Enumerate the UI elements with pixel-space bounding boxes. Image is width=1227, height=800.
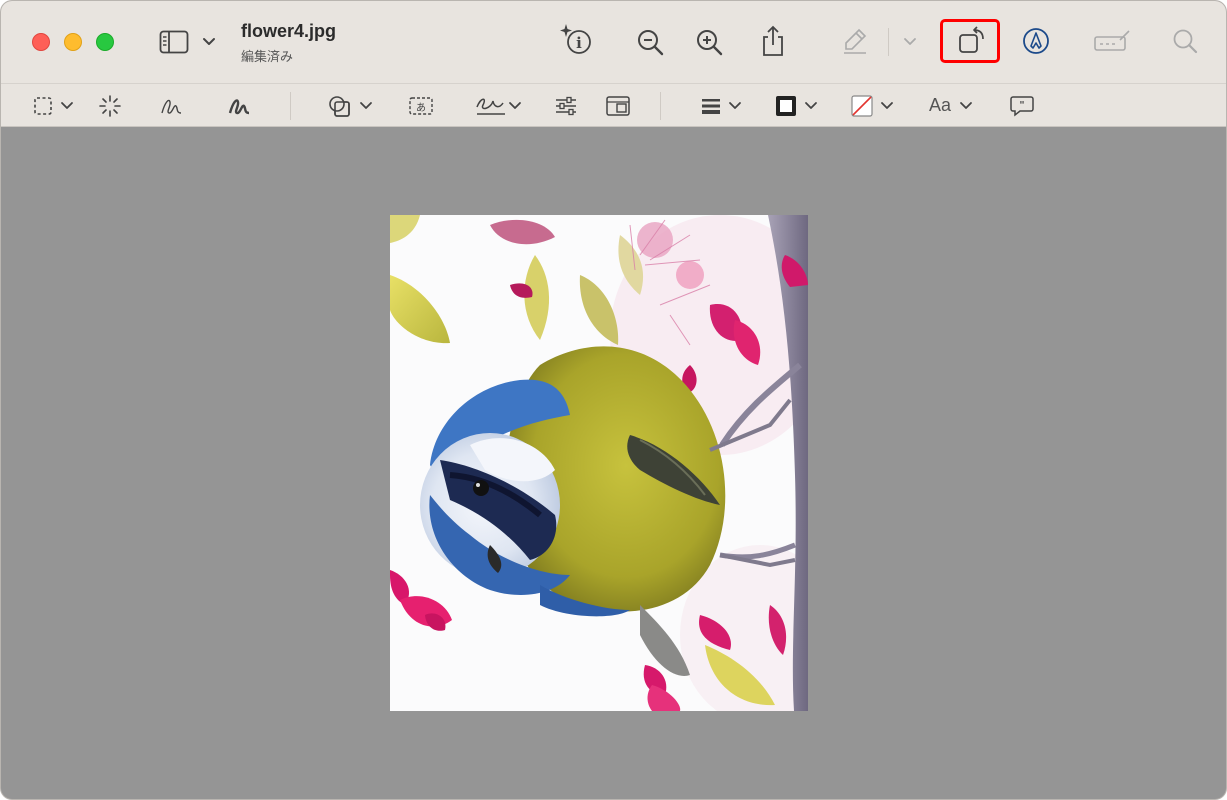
zoom-in-button[interactable]	[693, 26, 725, 58]
close-window-button[interactable]	[32, 33, 50, 51]
border-color-button[interactable]	[773, 94, 821, 118]
document-status: 編集済み	[241, 50, 294, 65]
magic-wand-icon	[99, 95, 121, 117]
shape-style-button[interactable]	[699, 94, 745, 118]
selection-tool-button[interactable]	[31, 95, 77, 117]
toolbar-divider	[660, 92, 661, 120]
note-button[interactable]: "	[1009, 94, 1035, 118]
shapes-button[interactable]	[327, 94, 375, 118]
svg-text:": "	[1019, 100, 1024, 111]
sliders-icon	[556, 96, 576, 116]
share-icon	[763, 25, 783, 56]
sign-button[interactable]	[473, 93, 523, 119]
form-fill-button[interactable]	[1091, 27, 1133, 55]
chevron-down-icon	[960, 102, 972, 109]
shapes-icon	[329, 96, 372, 117]
zoom-out-button[interactable]	[634, 26, 666, 58]
document-title: flower4.jpg	[241, 21, 337, 41]
chevron-down-icon	[904, 38, 916, 45]
search-icon	[1173, 29, 1198, 54]
fill-color-button[interactable]	[849, 94, 897, 118]
text-style-label: Aa	[929, 95, 952, 115]
highlight-button[interactable]	[839, 25, 871, 57]
zoom-out-icon	[638, 30, 664, 56]
adjust-color-button[interactable]	[553, 94, 579, 118]
sketch-icon	[161, 99, 182, 114]
adjust-size-button[interactable]	[604, 94, 632, 118]
sidebar-menu-button[interactable]	[200, 33, 218, 51]
fill-color-icon	[851, 95, 893, 117]
draw-button[interactable]	[227, 94, 253, 118]
fullscreen-window-button[interactable]	[96, 33, 114, 51]
sidebar-icon	[159, 30, 189, 54]
title-bar: flower4.jpg 編集済み i	[1, 1, 1226, 83]
highlighter-icon	[844, 28, 867, 54]
toolbar-divider	[888, 28, 889, 56]
preview-window: flower4.jpg 編集済み i あ Aa "	[0, 0, 1227, 800]
draw-icon	[228, 99, 250, 115]
info-sparkle-icon: i	[560, 24, 591, 54]
markup-icon	[1023, 28, 1049, 54]
svg-text:あ: あ	[416, 102, 426, 114]
text-button[interactable]: あ	[407, 94, 435, 118]
resize-icon	[606, 96, 630, 116]
markup-toolbar: あ Aa "	[1, 83, 1226, 127]
svg-text:i: i	[576, 34, 582, 52]
sidebar-toggle-button[interactable]	[157, 28, 191, 56]
minimize-window-button[interactable]	[64, 33, 82, 51]
image-canvas[interactable]	[390, 215, 808, 711]
speech-bubble-icon: "	[1010, 96, 1034, 117]
border-color-icon	[776, 96, 817, 116]
line-weight-icon	[702, 99, 741, 114]
signature-bar-icon	[1094, 30, 1130, 51]
sketch-button[interactable]	[159, 94, 185, 118]
signature-icon	[476, 98, 521, 115]
search-button[interactable]	[1170, 26, 1200, 56]
bird-photo	[390, 215, 808, 711]
highlight-annotation-box	[940, 19, 1000, 63]
text-box-icon: あ	[409, 97, 433, 115]
highlight-menu-button[interactable]	[901, 34, 919, 50]
chevron-down-icon	[203, 38, 215, 45]
text-style-button[interactable]: Aa	[927, 94, 975, 118]
markup-button[interactable]	[1020, 25, 1052, 57]
info-button[interactable]: i	[557, 21, 595, 57]
zoom-in-icon	[697, 30, 723, 56]
instant-alpha-button[interactable]	[98, 94, 122, 118]
rectangular-selection-icon	[34, 97, 73, 115]
toolbar-divider	[290, 92, 291, 120]
share-button[interactable]	[758, 23, 788, 59]
